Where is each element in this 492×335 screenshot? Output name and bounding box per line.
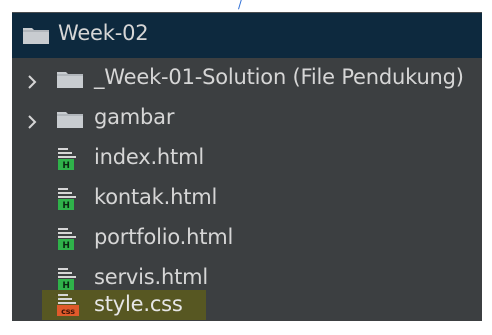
tree-item-file-index-html[interactable]: H index.html: [12, 139, 482, 179]
blue-stroke-mark: /: [238, 0, 243, 11]
html-file-icon: H: [56, 146, 82, 172]
html-file-icon: H: [56, 186, 82, 212]
tree-item-label: kontak.html: [94, 185, 218, 209]
tree-item-label: style.css: [94, 292, 183, 316]
project-tree-panel: Week-02 _Week-01-Solution (File Pendukun…: [12, 12, 482, 322]
tree-item-file-portfolio-html[interactable]: H portfolio.html: [12, 219, 482, 259]
top-strip: /: [0, 0, 492, 12]
svg-text:css: css: [61, 307, 75, 316]
tree-item-file-style-css[interactable]: css style.css: [12, 284, 482, 324]
tree-item-label: _Week-01-Solution (File Pendukung): [94, 65, 464, 89]
tree-item-label: portfolio.html: [94, 225, 234, 249]
tree-root-label: Week-02: [58, 21, 149, 45]
chevron-right-icon[interactable]: [24, 111, 40, 129]
tree-item-label: index.html: [94, 145, 204, 169]
html-file-icon: H: [56, 226, 82, 252]
svg-text:H: H: [62, 161, 69, 171]
svg-text:H: H: [62, 201, 69, 211]
tree-item-folder-gambar[interactable]: gambar: [12, 99, 482, 139]
folder-icon: [56, 69, 84, 89]
tree-root-week-02[interactable]: Week-02: [12, 13, 482, 58]
tree-item-folder-week-01-solution[interactable]: _Week-01-Solution (File Pendukung): [12, 59, 482, 99]
tree-item-file-kontak-html[interactable]: H kontak.html: [12, 179, 482, 219]
css-file-icon: css: [56, 292, 82, 318]
bottom-white-strip: [0, 321, 492, 335]
svg-text:H: H: [62, 241, 69, 251]
tree-item-label: gambar: [94, 105, 175, 129]
folder-icon: [56, 109, 84, 129]
chevron-right-icon[interactable]: [24, 71, 40, 89]
folder-icon: [22, 25, 50, 45]
